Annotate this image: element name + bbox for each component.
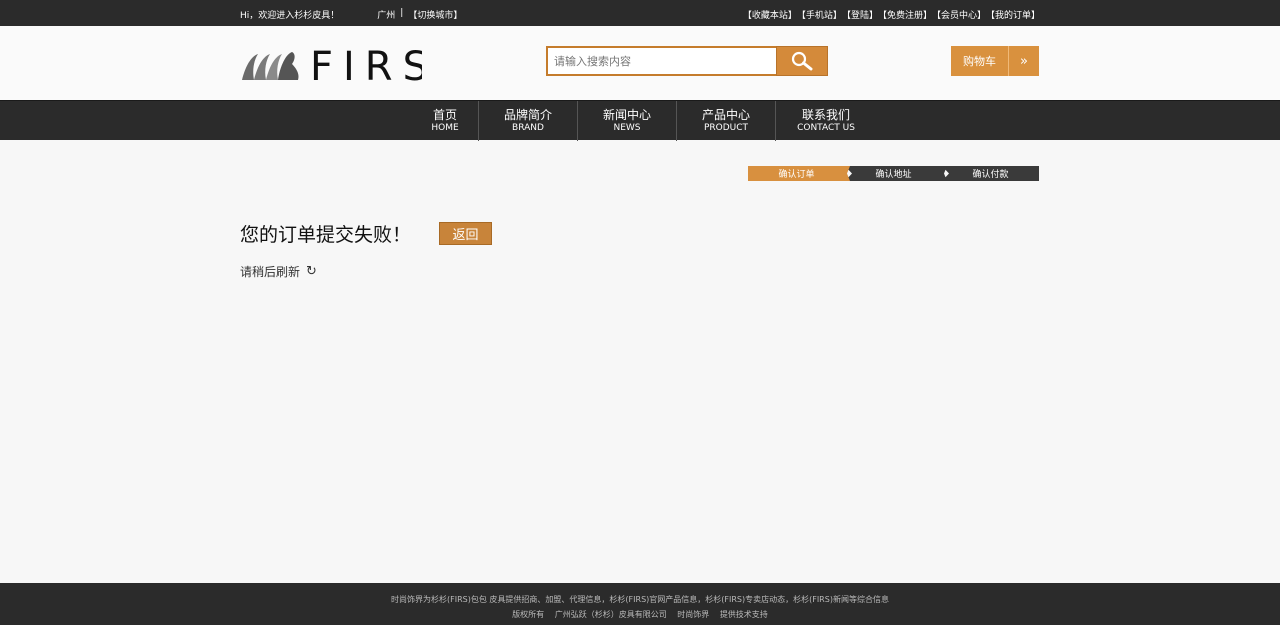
nav-label-cn: 品牌简介 <box>503 108 552 122</box>
order-steps: 确认订单 确认地址 确认付款 <box>748 166 1039 181</box>
top-bar-left: Hi，欢迎进入杉杉皮具！ 广州 | 【切换城市】 <box>240 8 462 21</box>
search-icon <box>791 51 813 71</box>
footer-description: 时尚饰界为杉杉(FIRS)包包 皮具提供招商、加盟、代理信息，杉杉(FIRS)官… <box>391 595 889 604</box>
nav-label-cn: 首页 <box>432 108 457 122</box>
search-button[interactable] <box>776 46 828 76</box>
logo-text: FIRS <box>310 44 422 84</box>
result-panel: 您的订单提交失败！ 返回 请稍后刷新 ↻ <box>240 220 493 280</box>
step-label: 确认付款 <box>972 170 1009 180</box>
cart-button[interactable]: 购物车 » <box>951 46 1039 76</box>
footer-company: 广州弘跃（杉杉）皮具有限公司 <box>554 610 667 619</box>
step-confirm-address: 确认地址 <box>845 166 942 181</box>
current-city: 广州 <box>377 11 396 21</box>
top-bar-links: 【收藏本站】 【手机站】 【登陆】 【免费注册】 【会员中心】 【我的订单】 <box>743 8 1040 21</box>
main-nav: 首页 HOME 品牌简介 BRAND 新闻中心 NEWS 产品中心 PRODUC… <box>0 100 1280 141</box>
nav-label-en: HOME <box>431 123 459 133</box>
header: FIRS 购物车 » <box>0 26 1280 100</box>
member-center-link[interactable]: 【会员中心】 <box>932 8 986 21</box>
step-label: 确认地址 <box>875 170 912 180</box>
step-confirm-order: 确认订单 <box>748 166 845 181</box>
footer-rights: 版权所有 <box>512 610 545 619</box>
bookmark-link[interactable]: 【收藏本站】 <box>743 8 797 21</box>
back-button[interactable]: 返回 <box>439 222 493 245</box>
firs-logo[interactable]: FIRS <box>240 44 428 90</box>
my-orders-link[interactable]: 【我的订单】 <box>986 8 1040 21</box>
login-link[interactable]: 【登陆】 <box>842 8 878 21</box>
nav-item-news[interactable]: 新闻中心 NEWS <box>578 101 677 141</box>
city-separator: | <box>400 8 404 18</box>
footer: 时尚饰界为杉杉(FIRS)包包 皮具提供招商、加盟、代理信息，杉杉(FIRS)官… <box>0 583 1280 625</box>
firs-logo-graphic: FIRS <box>242 44 428 90</box>
refresh-icon[interactable]: ↻ <box>306 264 317 279</box>
city-selector: 广州 | 【切换城市】 <box>377 8 462 21</box>
nav-item-home[interactable]: 首页 HOME <box>412 101 479 141</box>
nav-label-en: NEWS <box>613 123 641 133</box>
page-title: 您的订单提交失败！ <box>240 224 412 246</box>
footer-site-name: 时尚饰界 <box>677 610 710 619</box>
welcome-text: Hi，欢迎进入杉杉皮具！ <box>240 11 340 21</box>
result-subtitle: 请稍后刷新 ↻ <box>240 263 492 280</box>
double-chevron-right-icon: » <box>1008 46 1039 76</box>
search-box <box>546 46 828 76</box>
nav-item-brand[interactable]: 品牌简介 BRAND <box>479 101 578 141</box>
nav-label-en: CONTACT US <box>797 123 855 133</box>
switch-city-link[interactable]: 【切换城市】 <box>408 8 462 21</box>
top-bar: Hi，欢迎进入杉杉皮具！ 广州 | 【切换城市】 【收藏本站】 【手机站】 【登… <box>0 0 1280 26</box>
result-message: 您的订单提交失败！ 返回 <box>240 220 493 247</box>
nav-label-cn: 新闻中心 <box>602 108 651 122</box>
nav-label-en: PRODUCT <box>703 123 749 133</box>
search-input[interactable] <box>546 46 776 76</box>
nav-label-cn: 联系我们 <box>801 108 850 122</box>
nav-item-contact[interactable]: 联系我们 CONTACT US <box>776 101 876 141</box>
register-link[interactable]: 【免费注册】 <box>878 8 932 21</box>
nav-item-product[interactable]: 产品中心 PRODUCT <box>677 101 776 141</box>
footer-tech-support: 提供技术支持 <box>719 610 768 619</box>
step-confirm-payment: 确认付款 <box>942 166 1039 181</box>
footer-copyright: 版权所有 广州弘跃（杉杉）皮具有限公司 时尚饰界 提供技术支持 <box>0 607 1280 622</box>
mobile-site-link[interactable]: 【手机站】 <box>797 8 842 21</box>
nav-label-cn: 产品中心 <box>701 108 750 122</box>
refresh-hint: 请稍后刷新 <box>240 265 301 279</box>
step-label: 确认订单 <box>778 170 815 180</box>
cart-label: 购物车 <box>963 55 996 68</box>
nav-label-en: BRAND <box>512 123 544 133</box>
